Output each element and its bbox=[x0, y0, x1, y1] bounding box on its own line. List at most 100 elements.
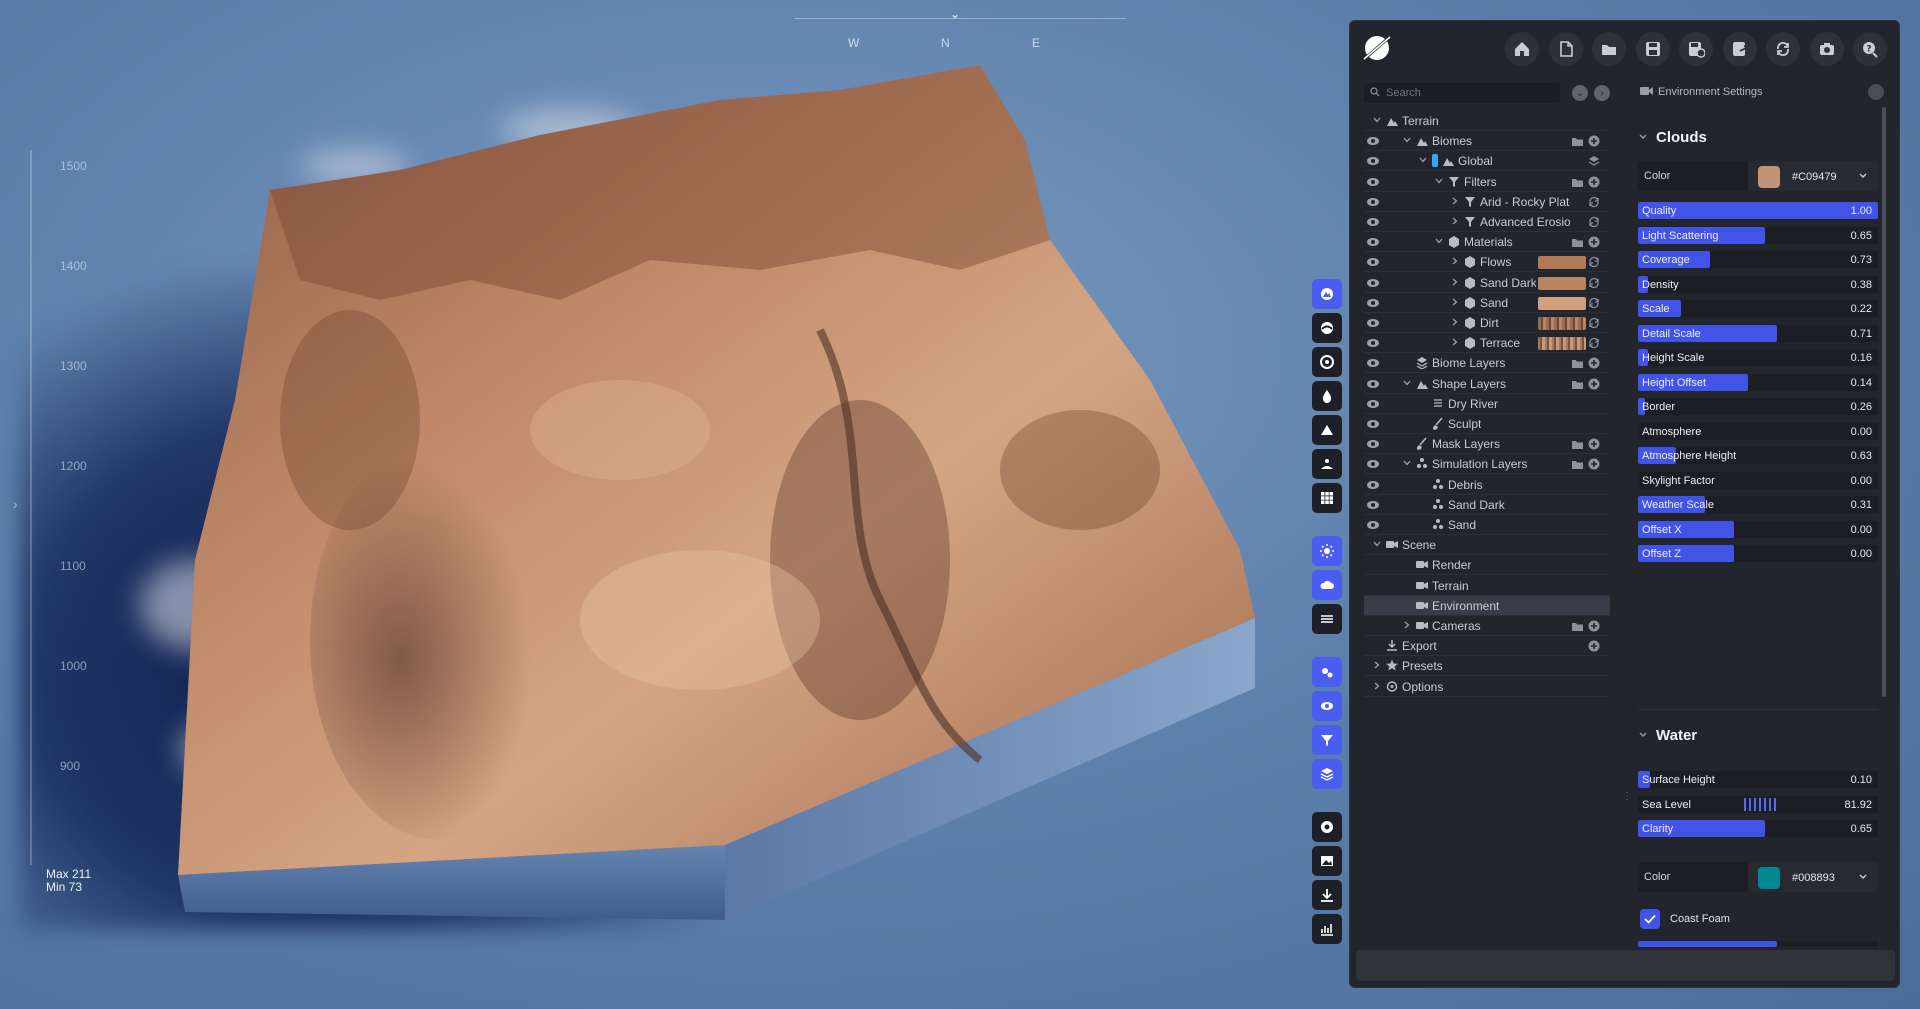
folder-icon[interactable] bbox=[1572, 438, 1584, 450]
visibility-eye-icon[interactable] bbox=[1366, 499, 1380, 511]
image-tool-button[interactable] bbox=[1312, 846, 1342, 876]
visibility-eye-icon[interactable] bbox=[1366, 277, 1380, 289]
tree-item-global[interactable]: Global bbox=[1364, 151, 1610, 172]
folder-icon[interactable] bbox=[1572, 135, 1584, 147]
grid-tool-button[interactable] bbox=[1312, 483, 1342, 513]
tree-item-flows[interactable]: Flows bbox=[1364, 252, 1610, 273]
clouds-color-swatch[interactable] bbox=[1758, 166, 1780, 188]
slider-height-scale[interactable]: Height Scale 0.16 bbox=[1638, 349, 1878, 366]
visibility-eye-icon[interactable] bbox=[1366, 135, 1380, 147]
chevron-down-icon[interactable] bbox=[1402, 458, 1412, 468]
tree-item-environment[interactable]: Environment bbox=[1364, 595, 1610, 616]
layers-tool-button[interactable] bbox=[1312, 759, 1342, 789]
slider-clarity[interactable]: Clarity 0.65 bbox=[1638, 820, 1878, 837]
visibility-eye-icon[interactable] bbox=[1366, 196, 1380, 208]
layers-icon[interactable] bbox=[1588, 155, 1600, 167]
chevron-right-icon[interactable] bbox=[1450, 256, 1460, 266]
slider-quality[interactable]: Quality 1.00 bbox=[1638, 202, 1878, 219]
chevron-right-icon[interactable] bbox=[1450, 277, 1460, 287]
tree-item-dirt[interactable]: Dirt bbox=[1364, 313, 1610, 333]
tree-item-terrain[interactable]: Terrain bbox=[1364, 576, 1610, 596]
visibility-eye-icon[interactable] bbox=[1366, 256, 1380, 268]
slider-offset-x[interactable]: Offset X 0.00 bbox=[1638, 520, 1878, 538]
tree-item-biome-layers[interactable]: Biome Layers bbox=[1364, 353, 1610, 374]
add-icon[interactable] bbox=[1588, 640, 1600, 652]
camera-button[interactable] bbox=[1809, 32, 1844, 66]
visibility-eye-icon[interactable] bbox=[1366, 438, 1380, 450]
refresh-icon[interactable] bbox=[1588, 256, 1600, 268]
tree-item-terrain[interactable]: Terrain bbox=[1364, 111, 1610, 131]
material-color-swatch[interactable] bbox=[1538, 296, 1586, 310]
chevron-right-icon[interactable] bbox=[1372, 681, 1382, 691]
material-color-swatch[interactable] bbox=[1538, 337, 1586, 351]
chevron-down-icon[interactable] bbox=[1434, 236, 1444, 246]
refresh-icon[interactable] bbox=[1588, 317, 1600, 329]
mountain-tool-button[interactable] bbox=[1312, 415, 1342, 445]
visibility-eye-icon[interactable] bbox=[1366, 378, 1380, 390]
sun-tool-button[interactable] bbox=[1312, 536, 1342, 566]
slider-skylight-factor[interactable]: Skylight Factor 0.00 bbox=[1638, 471, 1878, 489]
visibility-eye-icon[interactable] bbox=[1366, 236, 1380, 248]
water-tool-button[interactable] bbox=[1312, 381, 1342, 411]
collapse-all-icon[interactable]: ⌄ bbox=[1572, 85, 1588, 101]
chevron-right-icon[interactable] bbox=[1402, 620, 1412, 630]
tree-item-terrace[interactable]: Terrace bbox=[1364, 333, 1610, 354]
chevron-down-icon[interactable] bbox=[1418, 155, 1428, 165]
tree-item-simulation-layers[interactable]: Simulation Layers bbox=[1364, 454, 1610, 475]
open-folder-button[interactable] bbox=[1592, 32, 1626, 66]
slider-atmosphere-height[interactable]: Atmosphere Height 0.63 bbox=[1638, 447, 1878, 464]
slider-scale[interactable]: Scale 0.22 bbox=[1638, 300, 1878, 317]
tree-item-presets[interactable]: Presets bbox=[1364, 656, 1610, 677]
tree-item-sand[interactable]: Sand bbox=[1364, 515, 1610, 535]
water-color-swatch[interactable] bbox=[1758, 867, 1780, 889]
visibility-eye-icon[interactable] bbox=[1366, 357, 1380, 369]
tree-item-sculpt[interactable]: Sculpt bbox=[1364, 414, 1610, 434]
tree-item-render[interactable]: Render bbox=[1364, 555, 1610, 576]
add-icon[interactable] bbox=[1588, 357, 1600, 369]
slider-height-offset[interactable]: Height Offset 0.14 bbox=[1638, 373, 1878, 391]
tree-item-export[interactable]: Export bbox=[1364, 636, 1610, 657]
chevron-down-icon[interactable] bbox=[1372, 539, 1382, 549]
tree-item-advanced-erosion-scree[interactable]: Advanced Erosion - Scree bbox=[1364, 212, 1610, 232]
new-file-button[interactable] bbox=[1548, 32, 1583, 66]
chevron-down-icon[interactable] bbox=[1372, 115, 1382, 125]
slider-offset-z[interactable]: Offset Z 0.00 bbox=[1638, 545, 1878, 562]
add-icon[interactable] bbox=[1588, 620, 1600, 632]
expand-all-icon[interactable]: › bbox=[1594, 85, 1610, 101]
add-icon[interactable] bbox=[1588, 236, 1600, 248]
coast-foam-toggle[interactable]: Coast Foam bbox=[1638, 907, 1878, 931]
landscape-tool-button[interactable] bbox=[1312, 449, 1342, 479]
folder-icon[interactable] bbox=[1572, 620, 1584, 632]
refresh-icon[interactable] bbox=[1588, 297, 1600, 309]
chevron-right-icon[interactable] bbox=[1450, 196, 1460, 206]
material-color-swatch[interactable] bbox=[1538, 256, 1586, 270]
tree-item-cameras[interactable]: Cameras bbox=[1364, 616, 1610, 636]
tree-item-biomes[interactable]: Biomes bbox=[1364, 131, 1610, 152]
chevron-down-icon[interactable] bbox=[1858, 171, 1868, 181]
partial-slider[interactable] bbox=[1638, 941, 1878, 947]
checkbox-checked-icon[interactable] bbox=[1640, 909, 1660, 929]
tree-item-sand-dark[interactable]: Sand Dark bbox=[1364, 495, 1610, 515]
visibility-eye-icon[interactable] bbox=[1366, 458, 1380, 470]
search-input[interactable] bbox=[1364, 83, 1560, 103]
biome-tool-button[interactable] bbox=[1312, 313, 1342, 343]
folder-icon[interactable] bbox=[1572, 378, 1584, 390]
slider-surface-height[interactable]: Surface Height 0.10 bbox=[1638, 771, 1878, 788]
chevron-right-icon[interactable] bbox=[1372, 660, 1382, 670]
slider-coverage[interactable]: Coverage 0.73 bbox=[1638, 251, 1878, 268]
view-tool-button[interactable] bbox=[1312, 691, 1342, 721]
folder-icon[interactable] bbox=[1572, 236, 1584, 248]
tree-item-shape-layers[interactable]: Shape Layers bbox=[1364, 374, 1610, 394]
material-color-swatch[interactable] bbox=[1538, 276, 1586, 290]
refresh-icon[interactable] bbox=[1588, 277, 1600, 289]
tree-item-mask-layers[interactable]: Mask Layers bbox=[1364, 434, 1610, 455]
stats-tool-button[interactable] bbox=[1312, 914, 1342, 944]
chevron-right-icon[interactable] bbox=[1450, 216, 1460, 226]
refresh-button[interactable] bbox=[1766, 32, 1800, 66]
fog-tool-button[interactable] bbox=[1312, 604, 1342, 634]
slider-atmosphere[interactable]: Atmosphere 0.00 bbox=[1638, 422, 1878, 440]
export-button[interactable] bbox=[1722, 32, 1757, 66]
chevron-right-icon[interactable] bbox=[1450, 337, 1460, 347]
tree-item-scene[interactable]: Scene bbox=[1364, 535, 1610, 556]
terrain-tool-button[interactable] bbox=[1312, 279, 1342, 309]
